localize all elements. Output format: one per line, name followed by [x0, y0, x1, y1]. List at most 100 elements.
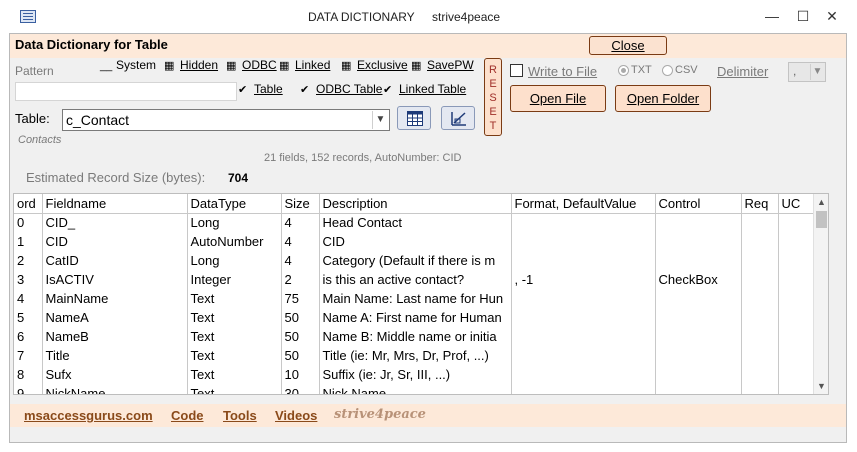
datasheet-icon — [407, 111, 423, 126]
odbc-label: ODBC — [242, 58, 277, 72]
table-cell: NickName — [42, 384, 188, 394]
table-cell — [778, 251, 815, 270]
table-cell: Text — [187, 384, 282, 394]
table-checkbox[interactable]: ✔ Table — [238, 82, 283, 96]
code-link[interactable]: Code — [171, 408, 204, 423]
open-file-label: Open File — [529, 91, 587, 106]
close-button[interactable]: Close — [589, 36, 667, 55]
grid-header-row: ord Fieldname DataType Size Description … — [14, 194, 815, 214]
reset-button[interactable]: RESET — [484, 58, 502, 136]
table-row[interactable]: 9 NickName Text 30 Nick Name — [14, 384, 815, 394]
table-combo[interactable]: c_Contact ▼ — [62, 109, 390, 131]
table-cell — [655, 289, 742, 308]
table-cell — [778, 289, 815, 308]
table-cell — [778, 384, 815, 394]
table-cell: Title (ie: Mr, Mrs, Dr, Prof, ...) — [319, 346, 512, 365]
table-cell: 4 — [281, 213, 320, 232]
delimiter-combo[interactable]: , ▼ — [788, 62, 826, 82]
table-row[interactable]: 3 IsACTIV Integer 2 is this an active contac… — [14, 270, 815, 289]
table-row[interactable]: 7 Title Text 50 Title (ie: Mr, Mrs, Dr, Prof… — [14, 346, 815, 365]
videos-link[interactable]: Videos — [275, 408, 317, 423]
table-cell: 2 — [281, 270, 320, 289]
table-row[interactable]: 4 MainName Text 75 Main Name: Last name for … — [14, 289, 815, 308]
table-cell — [778, 270, 815, 289]
linked-check-mark: ▦ — [279, 60, 290, 72]
table-cell — [511, 365, 656, 384]
scroll-up-icon[interactable]: ▲ — [814, 194, 828, 210]
open-table-button[interactable] — [397, 106, 431, 130]
site-link[interactable]: msaccessgurus.com — [24, 408, 153, 423]
col-header: Control — [655, 194, 742, 214]
open-file-button[interactable]: Open File — [510, 85, 606, 112]
table-cell — [511, 384, 656, 394]
table-cell: 50 — [281, 308, 320, 327]
odbc-table-checkbox[interactable]: ✔ ODBC Table — [300, 82, 382, 96]
window-subtitle: strive4peace — [432, 10, 501, 24]
scroll-thumb[interactable] — [816, 211, 827, 228]
table-cell — [741, 213, 779, 232]
linked-table-checkbox[interactable]: ✔ Linked Table — [383, 82, 466, 96]
pattern-input[interactable] — [15, 82, 237, 101]
odbc-check-mark: ▦ — [226, 60, 237, 72]
table-cell: 4 — [14, 289, 43, 308]
table-row[interactable]: 1 CID AutoNumber 4 CID — [14, 232, 815, 251]
table-row[interactable]: 8 Sufx Text 10 Suffix (ie: Jr, Sr, III, ...) — [14, 365, 815, 384]
table-type-label: Table — [254, 82, 283, 96]
col-header: UC — [778, 194, 815, 214]
col-header: DataType — [187, 194, 282, 214]
table-cell — [655, 346, 742, 365]
table-cell — [778, 346, 815, 365]
table-row[interactable]: 6 NameB Text 50 Name B: Middle name or initi… — [14, 327, 815, 346]
table-cell: Sufx — [42, 365, 188, 384]
csv-radio[interactable] — [662, 65, 673, 76]
chevron-down-icon[interactable]: ▼ — [810, 64, 824, 80]
table-row[interactable]: 0 CID_ Long 4 Head Contact — [14, 213, 815, 232]
table-cell — [741, 327, 779, 346]
table-cell: CID_ — [42, 213, 188, 232]
field-summary: 21 fields, 152 records, AutoNumber: CID — [264, 152, 462, 164]
txt-radio[interactable] — [618, 65, 629, 76]
fields-grid[interactable]: ord Fieldname DataType Size Description … — [13, 193, 829, 395]
table-cell: Long — [187, 213, 282, 232]
savepw-check-mark: ▦ — [411, 60, 422, 72]
write-to-file-checkbox[interactable] — [510, 64, 523, 77]
table-cell: 4 — [281, 251, 320, 270]
linked-checkbox[interactable]: ▦ Linked — [279, 58, 330, 72]
table-cell — [511, 327, 656, 346]
table-cell — [655, 384, 742, 394]
table-cell — [741, 251, 779, 270]
design-view-button[interactable] — [441, 106, 475, 130]
close-window-icon[interactable]: ✕ — [817, 6, 847, 26]
table-cell — [655, 327, 742, 346]
table-cell — [655, 232, 742, 251]
table-row[interactable]: 2 CatID Long 4 Category (Default if there is… — [14, 251, 815, 270]
table-cell — [655, 308, 742, 327]
hidden-checkbox[interactable]: ▦ Hidden — [164, 58, 218, 72]
tools-link[interactable]: Tools — [223, 408, 257, 423]
table-cell: CID — [319, 232, 512, 251]
table-combo-value: c_Contact — [66, 112, 130, 128]
table-cell: 8 — [14, 365, 43, 384]
odbc-checkbox[interactable]: ▦ ODBC — [226, 58, 277, 72]
system-checkbox[interactable]: __ System — [100, 58, 156, 72]
table-cell: Text — [187, 289, 282, 308]
table-row[interactable]: 5 NameA Text 50 Name A: First name for Human — [14, 308, 815, 327]
table-cell: is this an active contact? — [319, 270, 512, 289]
table-cell: 75 — [281, 289, 320, 308]
savepw-checkbox[interactable]: ▦ SavePW — [411, 58, 474, 72]
table-cell: CheckBox — [655, 270, 742, 289]
table-cell: 6 — [14, 327, 43, 346]
table-cell — [741, 346, 779, 365]
exclusive-checkbox[interactable]: ▦ Exclusive — [341, 58, 408, 72]
minimize-icon[interactable]: — — [757, 6, 787, 26]
table-label: Table: — [15, 111, 50, 126]
vertical-scrollbar[interactable]: ▲ ▼ — [813, 194, 828, 394]
chevron-down-icon[interactable]: ▼ — [372, 111, 388, 129]
table-cell: 50 — [281, 346, 320, 365]
pattern-label: Pattern — [15, 64, 54, 78]
scroll-down-icon[interactable]: ▼ — [814, 378, 828, 394]
table-cell: CID — [42, 232, 188, 251]
linked-table-label: Linked Table — [399, 82, 467, 96]
open-folder-button[interactable]: Open Folder — [615, 85, 711, 112]
maximize-icon[interactable]: ☐ — [788, 6, 818, 26]
